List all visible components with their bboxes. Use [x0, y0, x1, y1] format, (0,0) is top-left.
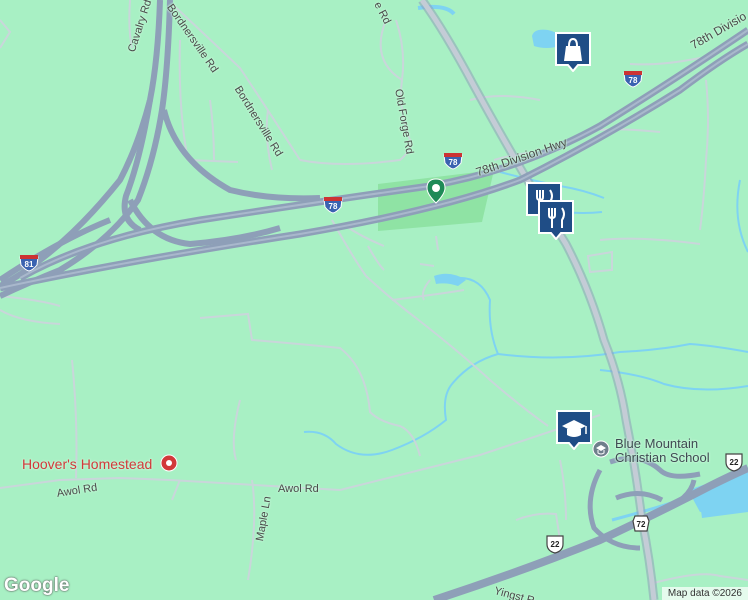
school-marker[interactable]: [556, 410, 592, 450]
school-label-line2: Christian School: [615, 450, 710, 465]
place-pin-icon[interactable]: [160, 454, 178, 472]
school-pin-icon[interactable]: [592, 440, 610, 458]
stream: [303, 276, 500, 456]
map-copyright[interactable]: Map data ©2026: [661, 587, 748, 600]
map-base-layer: [0, 0, 748, 600]
shopping-marker[interactable]: [555, 32, 591, 72]
svg-text:78: 78: [629, 76, 638, 85]
interstate-78-shield: 78: [323, 197, 343, 214]
google-logo: Google: [4, 575, 70, 596]
restaurant-marker-2[interactable]: [538, 200, 574, 240]
road-label-awol-east: Awol Rd: [278, 483, 319, 495]
svg-text:72: 72: [637, 520, 646, 529]
svg-text:78: 78: [329, 202, 338, 211]
us-22-shield: 22: [725, 453, 743, 472]
park-pin-icon[interactable]: [426, 178, 446, 204]
svg-text:78: 78: [449, 158, 458, 167]
school-label-line1: Blue Mountain: [615, 436, 699, 451]
interstate-78-shield: 78: [623, 71, 643, 88]
place-label-hoovers-homestead[interactable]: Hoover's Homestead: [22, 456, 152, 472]
route-72: [419, 0, 657, 600]
svg-text:22: 22: [730, 458, 739, 467]
map-canvas[interactable]: Cavalry Rd Bordnersville Rd Bordnersvill…: [0, 0, 748, 600]
interstate-81-shield: 81: [19, 255, 39, 272]
pa-72-shield: 72: [632, 515, 650, 532]
interstate-78: [0, 27, 748, 292]
us-22-shield: 22: [546, 535, 564, 554]
interstate-78-shield: 78: [443, 153, 463, 170]
svg-text:22: 22: [551, 540, 560, 549]
place-label-school[interactable]: Blue Mountain Christian School: [615, 437, 710, 465]
svg-text:81: 81: [25, 260, 34, 269]
